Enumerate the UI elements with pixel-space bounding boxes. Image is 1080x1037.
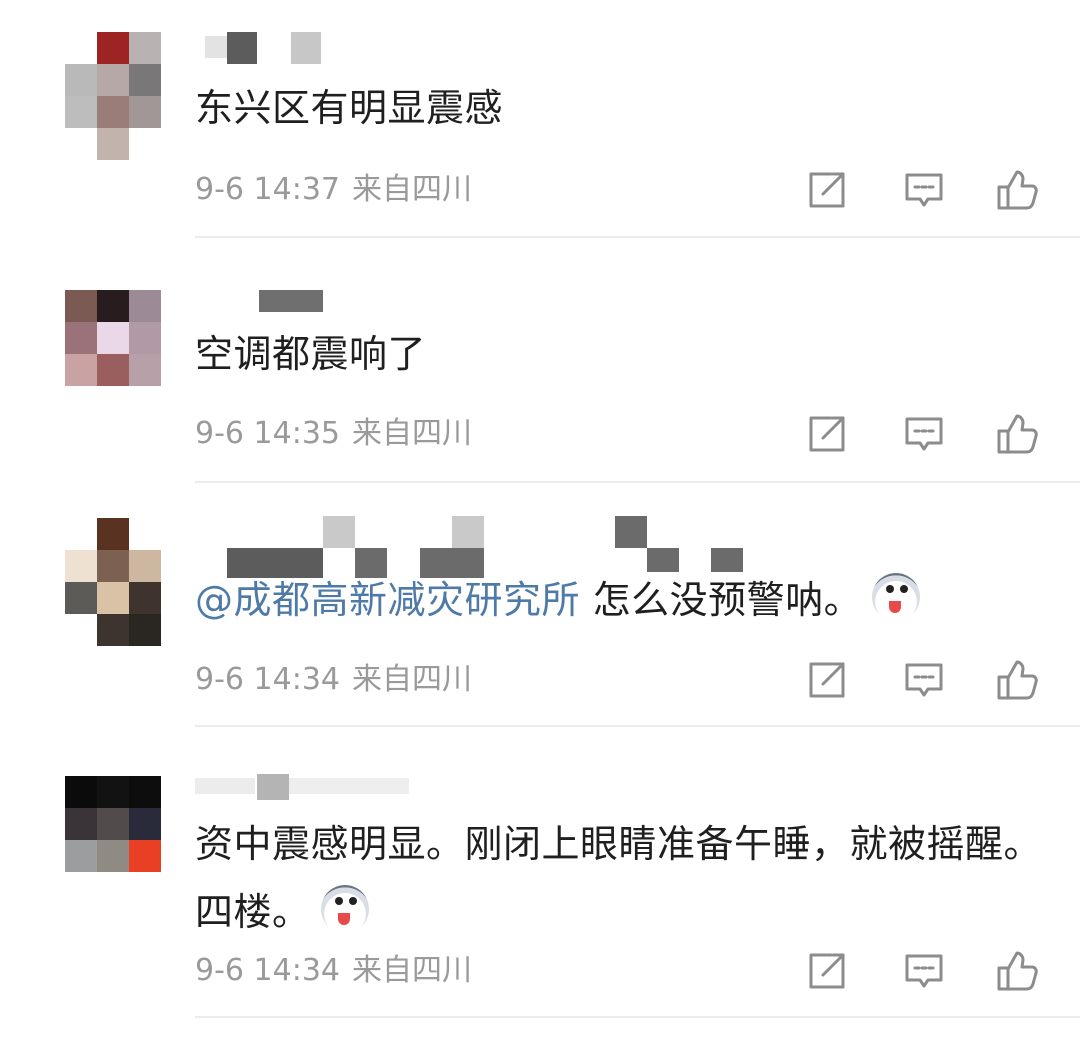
comment-meta: 9-6 14:37 来自四川 [195,170,472,210]
username-redacted[interactable] [195,516,755,578]
comment-location: 来自四川 [352,662,472,697]
comment-icon [905,954,943,988]
comment-actions [805,949,1045,993]
comment-icon [905,173,943,207]
comment-text: 东兴区有明显震感 [195,86,504,130]
like-button[interactable] [995,658,1039,702]
share-button[interactable] [805,412,849,456]
username-redacted[interactable] [195,770,415,810]
avatar[interactable] [65,518,161,646]
comment-meta: 9-6 14:34 来自四川 [195,951,472,991]
husky-emoji-icon [872,573,921,621]
comment-meta: 9-6 14:34 来自四川 [195,660,472,700]
divider [195,1016,1080,1018]
comment-text: @成都高新减灾研究所 怎么没预警呐。 [195,566,1044,634]
avatar[interactable] [65,776,161,872]
share-button[interactable] [805,658,849,702]
share-icon [809,662,845,698]
comment-text: 资中震感明显。刚闭上眼睛准备午睡，就被摇醒。四楼。 [195,822,1043,934]
like-icon [997,414,1038,454]
share-button[interactable] [805,168,849,212]
comment-actions [805,412,1045,456]
comment-text: 空调都震响了 [195,332,427,376]
like-icon [997,170,1038,210]
avatar[interactable] [65,290,161,386]
comment-time: 9-6 14:37 [195,172,340,207]
mention-link[interactable]: @成都高新减灾研究所 [195,578,580,622]
comment-location: 来自四川 [352,172,472,207]
share-icon [809,416,845,452]
like-button[interactable] [995,412,1039,456]
husky-emoji-icon [320,885,369,933]
reply-button[interactable] [902,412,946,456]
reply-button[interactable] [902,658,946,702]
comment-icon [905,663,943,697]
reply-button[interactable] [902,949,946,993]
reply-button[interactable] [902,168,946,212]
divider [195,236,1080,238]
comment-location: 来自四川 [352,416,472,451]
avatar[interactable] [65,32,161,160]
username-redacted[interactable] [195,30,335,70]
comment-meta: 9-6 14:35 来自四川 [195,414,472,454]
share-icon [809,953,845,989]
username-redacted[interactable] [195,280,345,320]
comment-time: 9-6 14:35 [195,416,340,451]
share-icon [809,172,845,208]
comment-icon [905,417,943,451]
like-button[interactable] [995,949,1039,993]
divider [195,725,1080,727]
comment-location: 来自四川 [352,953,472,988]
comment-actions [805,168,1045,212]
comment-time: 9-6 14:34 [195,662,340,697]
divider [195,481,1080,483]
like-icon [997,951,1038,991]
like-icon [997,660,1038,700]
comment-time: 9-6 14:34 [195,953,340,988]
comment-actions [805,658,1045,702]
like-button[interactable] [995,168,1039,212]
share-button[interactable] [805,949,849,993]
